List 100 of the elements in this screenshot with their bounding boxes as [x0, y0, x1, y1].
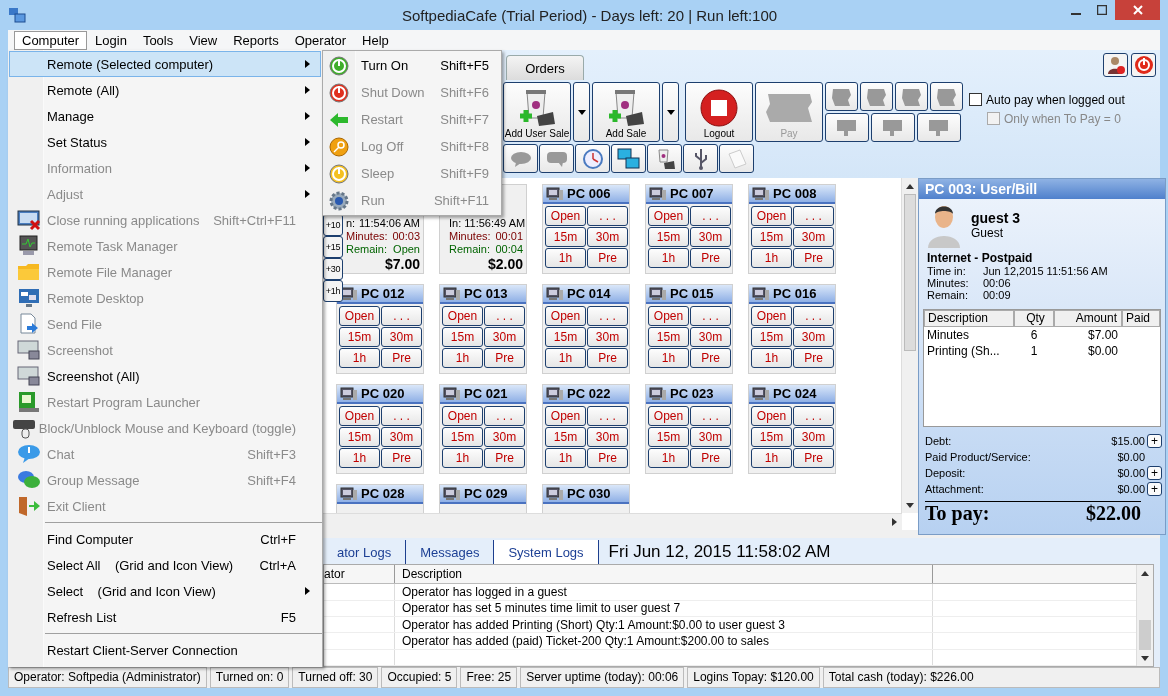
card-button[interactable]: 30m [484, 327, 525, 347]
toolbar-button[interactable] [611, 144, 646, 173]
time-button[interactable]: +1h [323, 280, 343, 302]
card-button[interactable]: 30m [587, 327, 628, 347]
card-button[interactable]: Pre [587, 248, 628, 268]
card-button[interactable]: 1h [751, 448, 792, 468]
card-button[interactable]: 30m [587, 427, 628, 447]
card-button[interactable]: 30m [381, 427, 422, 447]
card-button[interactable]: 1h [751, 248, 792, 268]
card-button[interactable]: 1h [648, 348, 689, 368]
card-button[interactable]: 1h [545, 348, 586, 368]
card-button[interactable]: Open [339, 406, 380, 426]
card-button[interactable]: . . . [484, 406, 525, 426]
menu-item[interactable]: Remote (Selected computer) [9, 51, 321, 77]
toolbar-button[interactable] [539, 144, 574, 173]
close-button[interactable] [1115, 0, 1160, 20]
card-button[interactable]: . . . [690, 306, 731, 326]
menu-item[interactable]: Screenshot (All) [9, 363, 321, 389]
dropdown-button[interactable] [662, 82, 679, 142]
computer-card[interactable]: PC 028 [336, 484, 424, 513]
time-button[interactable]: +15 [323, 236, 343, 258]
toolbar-button[interactable] [871, 113, 915, 142]
computer-card[interactable]: PC 021 Open . . . 15m 30m 1h Pre [439, 384, 527, 474]
card-button[interactable]: Open [545, 206, 586, 226]
menu-item[interactable]: Operator [286, 30, 355, 50]
menu-item[interactable]: Select (Grid and Icon View) [9, 578, 321, 604]
toolbar-button[interactable] [917, 113, 961, 142]
card-button[interactable]: 1h [545, 248, 586, 268]
card-button[interactable]: Pre [690, 348, 731, 368]
column-header[interactable]: Description [924, 310, 1014, 327]
add-button[interactable]: + [1147, 482, 1162, 496]
menu-item[interactable]: Manage [9, 103, 321, 129]
toolbar-button[interactable] [895, 82, 928, 111]
card-button[interactable]: 1h [751, 348, 792, 368]
dropdown-button[interactable] [573, 82, 590, 142]
column-header[interactable]: Amount [1054, 310, 1122, 327]
card-button[interactable]: Open [545, 306, 586, 326]
power-button[interactable] [1131, 53, 1156, 77]
card-button[interactable]: . . . [587, 206, 628, 226]
menu-item[interactable]: View [181, 30, 226, 50]
column-header[interactable]: Paid [1122, 310, 1160, 327]
toolbar-button[interactable] [575, 144, 610, 173]
toolbar-button[interactable] [860, 82, 893, 111]
toolbar-button[interactable]: Add Sale [592, 82, 660, 142]
card-button[interactable]: Open [442, 306, 483, 326]
card-button[interactable]: 30m [793, 327, 834, 347]
card-button[interactable]: 30m [690, 427, 731, 447]
card-button[interactable]: . . . [587, 406, 628, 426]
card-button[interactable]: 15m [339, 427, 380, 447]
card-button[interactable]: 1h [442, 348, 483, 368]
toolbar-button[interactable] [930, 82, 963, 111]
card-button[interactable]: 30m [690, 227, 731, 247]
computer-card[interactable]: PC 008 Open . . . 15m 30m 1h Pre [748, 184, 836, 274]
card-button[interactable]: Open [648, 306, 689, 326]
computer-card[interactable]: PC 024 Open . . . 15m 30m 1h Pre [748, 384, 836, 474]
column-header[interactable]: Description [395, 565, 933, 584]
card-button[interactable]: 15m [648, 327, 689, 347]
card-button[interactable]: . . . [690, 206, 731, 226]
computer-card[interactable]: PC 023 Open . . . 15m 30m 1h Pre [645, 384, 733, 474]
card-button[interactable]: . . . [793, 406, 834, 426]
card-button[interactable]: . . . [381, 406, 422, 426]
menu-item[interactable]: Find Computer Ctrl+F [9, 526, 321, 552]
card-button[interactable]: Pre [690, 248, 731, 268]
computer-card[interactable]: PC 022 Open . . . 15m 30m 1h Pre [542, 384, 630, 474]
scrollbar[interactable] [323, 513, 902, 530]
computer-card[interactable]: PC 013 Open . . . 15m 30m 1h Pre [439, 284, 527, 374]
card-button[interactable]: 1h [648, 248, 689, 268]
card-button[interactable]: Open [648, 406, 689, 426]
card-button[interactable]: 30m [793, 227, 834, 247]
card-button[interactable]: 1h [442, 448, 483, 468]
card-button[interactable]: 30m [587, 227, 628, 247]
card-button[interactable]: . . . [484, 306, 525, 326]
card-button[interactable]: Pre [793, 248, 834, 268]
card-button[interactable]: Open [751, 406, 792, 426]
menu-item[interactable]: Help [354, 30, 397, 50]
toolbar-button[interactable] [825, 113, 869, 142]
card-button[interactable]: 1h [339, 448, 380, 468]
card-button[interactable]: . . . [793, 206, 834, 226]
toolbar-button[interactable] [503, 144, 538, 173]
card-button[interactable]: Open [442, 406, 483, 426]
column-header[interactable]: ator [324, 565, 395, 584]
menu-item[interactable]: Remote (All) [9, 77, 321, 103]
card-button[interactable]: Pre [587, 348, 628, 368]
card-button[interactable]: 15m [545, 427, 586, 447]
card-button[interactable]: Pre [587, 448, 628, 468]
toolbar-button[interactable] [719, 144, 754, 173]
card-button[interactable]: Open [339, 306, 380, 326]
time-button[interactable]: +30 [323, 258, 343, 280]
scrollbar[interactable] [1136, 565, 1153, 666]
card-button[interactable]: Pre [381, 448, 422, 468]
card-button[interactable]: 15m [751, 227, 792, 247]
checkbox[interactable] [969, 93, 982, 106]
card-button[interactable]: Pre [484, 448, 525, 468]
computer-card[interactable]: PC 020 Open . . . 15m 30m 1h Pre [336, 384, 424, 474]
card-button[interactable]: 30m [484, 427, 525, 447]
card-button[interactable]: 1h [648, 448, 689, 468]
scrollbar-thumb[interactable] [1139, 620, 1151, 650]
toolbar-button[interactable] [825, 82, 858, 111]
toolbar-button[interactable]: Add User Sale [503, 82, 571, 142]
menu-item[interactable]: Login [87, 30, 135, 50]
